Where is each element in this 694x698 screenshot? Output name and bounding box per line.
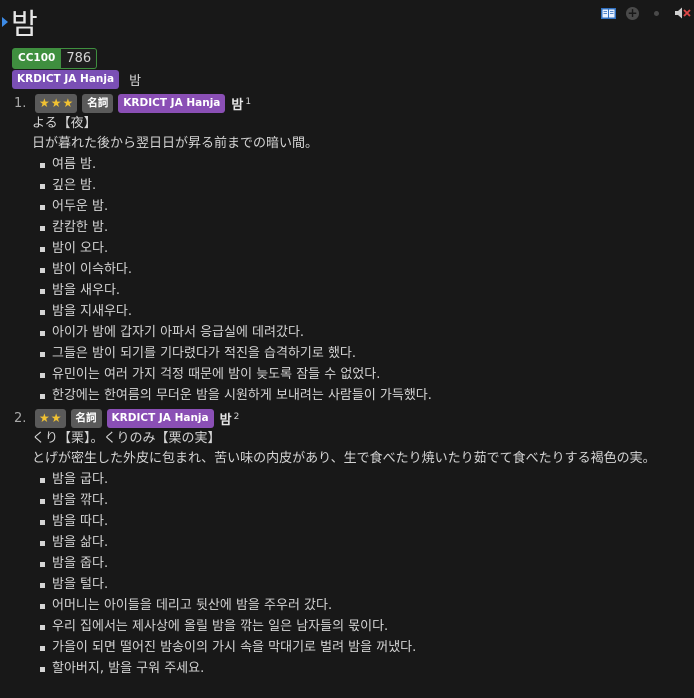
example-item: 밤이 오다. [38,238,432,259]
example-item: 할아버지, 밤을 구워 주세요. [38,658,682,679]
example-item: 여름 밤. [38,154,432,175]
example-item: 한강에는 한여름의 무더운 밤을 시원하게 보내려는 사람들이 가득했다. [38,385,432,406]
example-item: 어두운 밤. [38,196,432,217]
example-item: 밤을 줍다. [38,553,682,574]
frequency-badge: CC100 786 [12,48,98,69]
example-item: 밤을 지새우다. [38,301,432,322]
definition-entry: 2. ★ ★ 名詞 KRDICT JA Hanja 밤2 くり【栗】。くりのみ【… [14,408,682,679]
example-item: 아이가 밤에 갑자기 아파서 응급실에 데려갔다. [38,322,432,343]
plus-icon[interactable]: + [626,6,639,20]
example-item: 캄캄한 밤. [38,217,432,238]
gloss-primary: よる【夜】 [32,116,97,131]
example-item: 밤을 털다. [38,574,682,595]
source-tag: KRDICT JA Hanja [106,409,214,428]
star-icon: ★ [39,96,50,110]
star-icon: ★ [39,411,50,425]
frequency-stars: ★ ★ ★ [35,94,78,113]
reading: 밤 [129,74,142,89]
dictionary-tag: KRDICT JA Hanja [12,70,120,89]
gloss-primary: くり【栗】。くりのみ【栗の実】 [32,431,221,446]
gloss-definition: 日が暮れた後から翌日日が昇る前までの暗い間。 [32,136,319,151]
speaker-icon[interactable] [674,6,692,20]
source-tag: KRDICT JA Hanja [118,94,226,113]
example-item: 유민이는 여러 가지 걱정 때문에 밤이 늦도록 잠들 수 없었다. [38,364,432,385]
entry-number: 2. [14,411,27,426]
example-item: 그들은 밤이 되기를 기다렸다가 적진을 습격하기로 했다. [38,343,432,364]
frequency-stars: ★ ★ [35,409,66,428]
example-item: 어머니는 아이들을 데리고 뒷산에 밤을 주우러 갔다. [38,595,682,616]
star-icon: ★ [50,96,62,110]
dot-icon [654,10,659,16]
example-list: 밤을 굽다. 밤을 깎다. 밤을 따다. 밤을 삶다. 밤을 줍다. 밤을 털다… [38,469,682,679]
definition-entry: 1. ★ ★ ★ 名詞 KRDICT JA Hanja 밤1 よる【夜】 日が暮… [14,93,432,406]
example-item: 밤을 깎다. [38,490,682,511]
example-item: 깊은 밤. [38,175,432,196]
example-item: 밤을 삶다. [38,532,682,553]
example-list: 여름 밤. 깊은 밤. 어두운 밤. 캄캄한 밤. 밤이 오다. 밤이 이슥하다… [38,154,432,406]
star-icon: ★ [50,411,62,425]
example-item: 밤을 따다. [38,511,682,532]
entry-number: 1. [14,96,27,111]
star-icon: ★ [62,96,74,110]
frequency-value: 786 [61,48,98,69]
book-icon[interactable] [601,7,616,19]
gloss-definition: とげが密生した外皮に包まれ、苦い味の内皮があり、生で食べたり焼いたり茹でて食べた… [32,451,656,466]
frequency-tag: CC100 [12,48,62,69]
example-item: 밤이 이슥하다. [38,259,432,280]
part-of-speech-tag: 名詞 [82,94,114,113]
example-item: 밤을 새우다. [38,280,432,301]
expand-arrow-icon[interactable] [2,17,8,27]
headword: 밤 [11,7,39,41]
part-of-speech-tag: 名詞 [70,409,102,428]
example-item: 밤을 굽다. [38,469,682,490]
action-icons: + [601,6,692,20]
entry-word: 밤1 [231,96,252,113]
dictionary-row: KRDICT JA Hanja 밤 [12,70,141,89]
example-item: 가을이 되면 떨어진 밤송이의 가시 속을 막대기로 벌려 밤을 꺼냈다. [38,637,682,658]
example-item: 우리 집에서는 제사상에 올릴 밤을 깎는 일은 남자들의 몫이다. [38,616,682,637]
entry-word: 밤2 [219,411,240,428]
